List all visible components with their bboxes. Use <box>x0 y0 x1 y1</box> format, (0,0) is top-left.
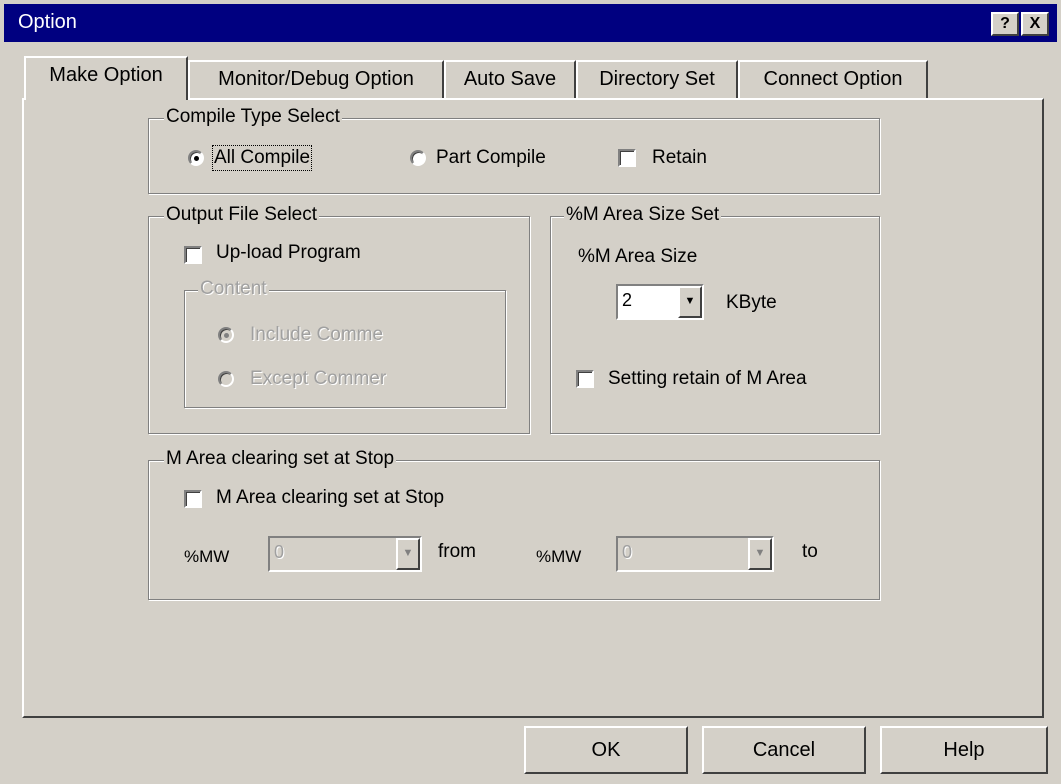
m-area-clearing-checkbox[interactable] <box>184 490 202 508</box>
tab-connect-option[interactable]: Connect Option <box>738 60 928 98</box>
m-area-size-dropdown[interactable]: 2 ▼ <box>616 284 704 320</box>
dropdown-arrow-icon[interactable]: ▼ <box>678 286 702 318</box>
cancel-button[interactable]: Cancel <box>702 726 866 774</box>
to-prefix: %MW <box>536 547 582 566</box>
all-compile-radio[interactable] <box>188 150 204 166</box>
m-area-clearing-label[interactable]: M Area clearing set at Stop <box>216 487 444 509</box>
m-area-size-value: 2 <box>622 290 633 310</box>
dropdown-arrow-icon[interactable]: ▼ <box>748 538 772 570</box>
except-comment-radio[interactable] <box>218 371 234 387</box>
retain-label[interactable]: Retain <box>652 147 707 169</box>
tab-auto-save[interactable]: Auto Save <box>444 60 576 98</box>
output-file-legend: Output File Select <box>164 204 320 226</box>
to-label: to <box>802 541 818 562</box>
to-address-dropdown[interactable]: 0 ▼ <box>616 536 774 572</box>
help-button[interactable]: Help <box>880 726 1048 774</box>
tab-make-option[interactable]: Make Option <box>24 56 188 100</box>
include-comment-radio[interactable] <box>218 327 234 343</box>
retain-checkbox[interactable] <box>618 149 636 167</box>
content-group <box>184 290 506 408</box>
help-icon[interactable]: ? <box>991 12 1019 36</box>
include-comment-label[interactable]: Include Comme <box>250 324 383 346</box>
except-comment-label[interactable]: Except Commer <box>250 368 386 390</box>
all-compile-label[interactable]: All Compile <box>211 145 313 171</box>
from-address-dropdown[interactable]: 0 ▼ <box>268 536 422 572</box>
setting-retain-label[interactable]: Setting retain of M Area <box>608 368 807 390</box>
compile-type-legend: Compile Type Select <box>164 106 342 128</box>
m-area-clearing-legend: M Area clearing set at Stop <box>164 448 397 470</box>
upload-program-label[interactable]: Up-load Program <box>216 242 361 264</box>
title-bar: Option ? X <box>4 4 1057 42</box>
part-compile-radio[interactable] <box>410 150 426 166</box>
tab-directory-set[interactable]: Directory Set <box>576 60 738 98</box>
m-area-size-legend: %M Area Size Set <box>564 204 722 226</box>
m-area-size-label: %M Area Size <box>578 246 698 267</box>
setting-retain-checkbox[interactable] <box>576 370 594 388</box>
m-area-clearing-group <box>148 460 880 600</box>
ok-button[interactable]: OK <box>524 726 688 774</box>
from-address-value: 0 <box>274 542 285 562</box>
upload-program-checkbox[interactable] <box>184 246 202 264</box>
m-area-size-unit: KByte <box>726 292 777 313</box>
part-compile-label[interactable]: Part Compile <box>436 147 546 169</box>
from-label: from <box>438 541 476 562</box>
content-legend: Content <box>198 278 269 300</box>
from-prefix: %MW <box>184 547 230 566</box>
to-address-value: 0 <box>622 542 633 562</box>
tab-monitor-debug-option[interactable]: Monitor/Debug Option <box>188 60 444 98</box>
close-icon[interactable]: X <box>1021 12 1049 36</box>
window-title: Option <box>18 11 77 33</box>
dropdown-arrow-icon[interactable]: ▼ <box>396 538 420 570</box>
